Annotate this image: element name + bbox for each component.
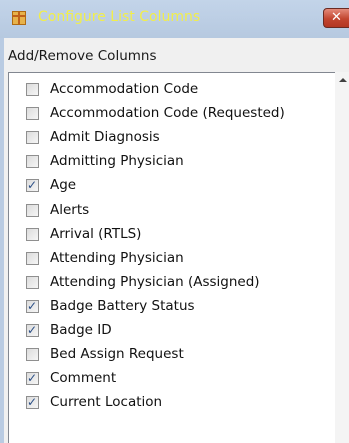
list-item-label: Comment [50, 370, 117, 387]
list-item[interactable]: ✓ Current Location [9, 392, 329, 415]
list-item[interactable]: Bed Assign Request [9, 344, 329, 367]
list-item-label: Badge ID [50, 322, 112, 338]
checkbox-checked[interactable]: ✓ [26, 395, 39, 410]
check-mark-icon: ✓ [27, 323, 38, 337]
list-item-label: Arrival (RTLS) [50, 225, 142, 242]
checkbox-checked[interactable]: ✓ [26, 323, 39, 337]
add-remove-columns-label: Add/Remove Columns [8, 48, 157, 64]
list-item-label: Alerts [50, 201, 90, 218]
list-item-label: Current Location [50, 394, 163, 411]
title-bar[interactable]: Configure List Columns ✕ [0, 0, 349, 38]
list-item[interactable]: Attending Physician [9, 248, 329, 271]
list-item-label: Admit Diagnosis [50, 129, 160, 146]
list-item[interactable]: Alerts [9, 200, 329, 223]
list-item-label: Admitting Physician [50, 153, 184, 170]
dialog-body: Add/Remove Columns Accommodation Code Acc… [4, 38, 349, 443]
list-item[interactable]: Arrival (RTLS) [9, 224, 329, 247]
list-item-label: Attending Physician [50, 249, 184, 266]
list-item[interactable]: ✓ Badge ID [9, 320, 329, 343]
checkbox-checked[interactable]: ✓ [26, 298, 39, 313]
checkbox-unchecked[interactable] [26, 155, 39, 169]
list-item-label: Age [50, 177, 77, 194]
app-grid-icon [12, 11, 26, 25]
columns-checklist[interactable]: Accommodation Code Accommodation Code (Re… [8, 72, 349, 443]
vertical-scrollbar[interactable] [335, 72, 349, 443]
checkbox-unchecked[interactable] [26, 107, 39, 121]
check-mark-icon: ✓ [27, 178, 38, 193]
checkbox-checked[interactable]: ✓ [26, 178, 39, 193]
checkbox-unchecked[interactable] [26, 83, 39, 96]
checkbox-checked[interactable]: ✓ [26, 371, 39, 386]
list-item[interactable]: Accommodation Code (Requested) [9, 103, 329, 126]
list-item[interactable]: Admit Diagnosis [9, 127, 329, 150]
list-item-label: Bed Assign Request [50, 346, 184, 363]
check-mark-icon: ✓ [27, 371, 38, 386]
list-item[interactable]: Admitting Physician [9, 151, 329, 174]
list-item[interactable]: Accommodation Code [9, 79, 329, 102]
list-item[interactable]: Attending Physician (Assigned) [9, 272, 329, 295]
close-button[interactable]: ✕ [323, 8, 349, 28]
checkbox-unchecked[interactable] [26, 275, 39, 289]
window-title: Configure List Columns [38, 9, 201, 25]
list-item-label: Accommodation Code [50, 81, 199, 97]
checkbox-unchecked[interactable] [26, 131, 39, 145]
checkbox-unchecked[interactable] [26, 203, 39, 217]
configure-list-columns-dialog: Configure List Columns ✕ Add/Remove Colu… [0, 0, 349, 443]
list-item-label: Accommodation Code (Requested) [50, 105, 285, 122]
checkbox-unchecked[interactable] [26, 251, 39, 265]
checkbox-unchecked[interactable] [26, 348, 39, 362]
list-item-label: Attending Physician (Assigned) [50, 273, 260, 290]
check-mark-icon: ✓ [27, 395, 38, 410]
list-item[interactable]: ✓ Comment [9, 368, 329, 391]
list-item[interactable]: ✓ Age [9, 175, 329, 198]
check-mark-icon: ✓ [27, 298, 38, 313]
list-item[interactable]: ✓ Badge Battery Status [9, 296, 329, 319]
checkbox-unchecked[interactable] [26, 227, 39, 241]
list-item-label: Badge Battery Status [50, 297, 195, 314]
scroll-up-arrow-icon[interactable] [339, 78, 347, 82]
